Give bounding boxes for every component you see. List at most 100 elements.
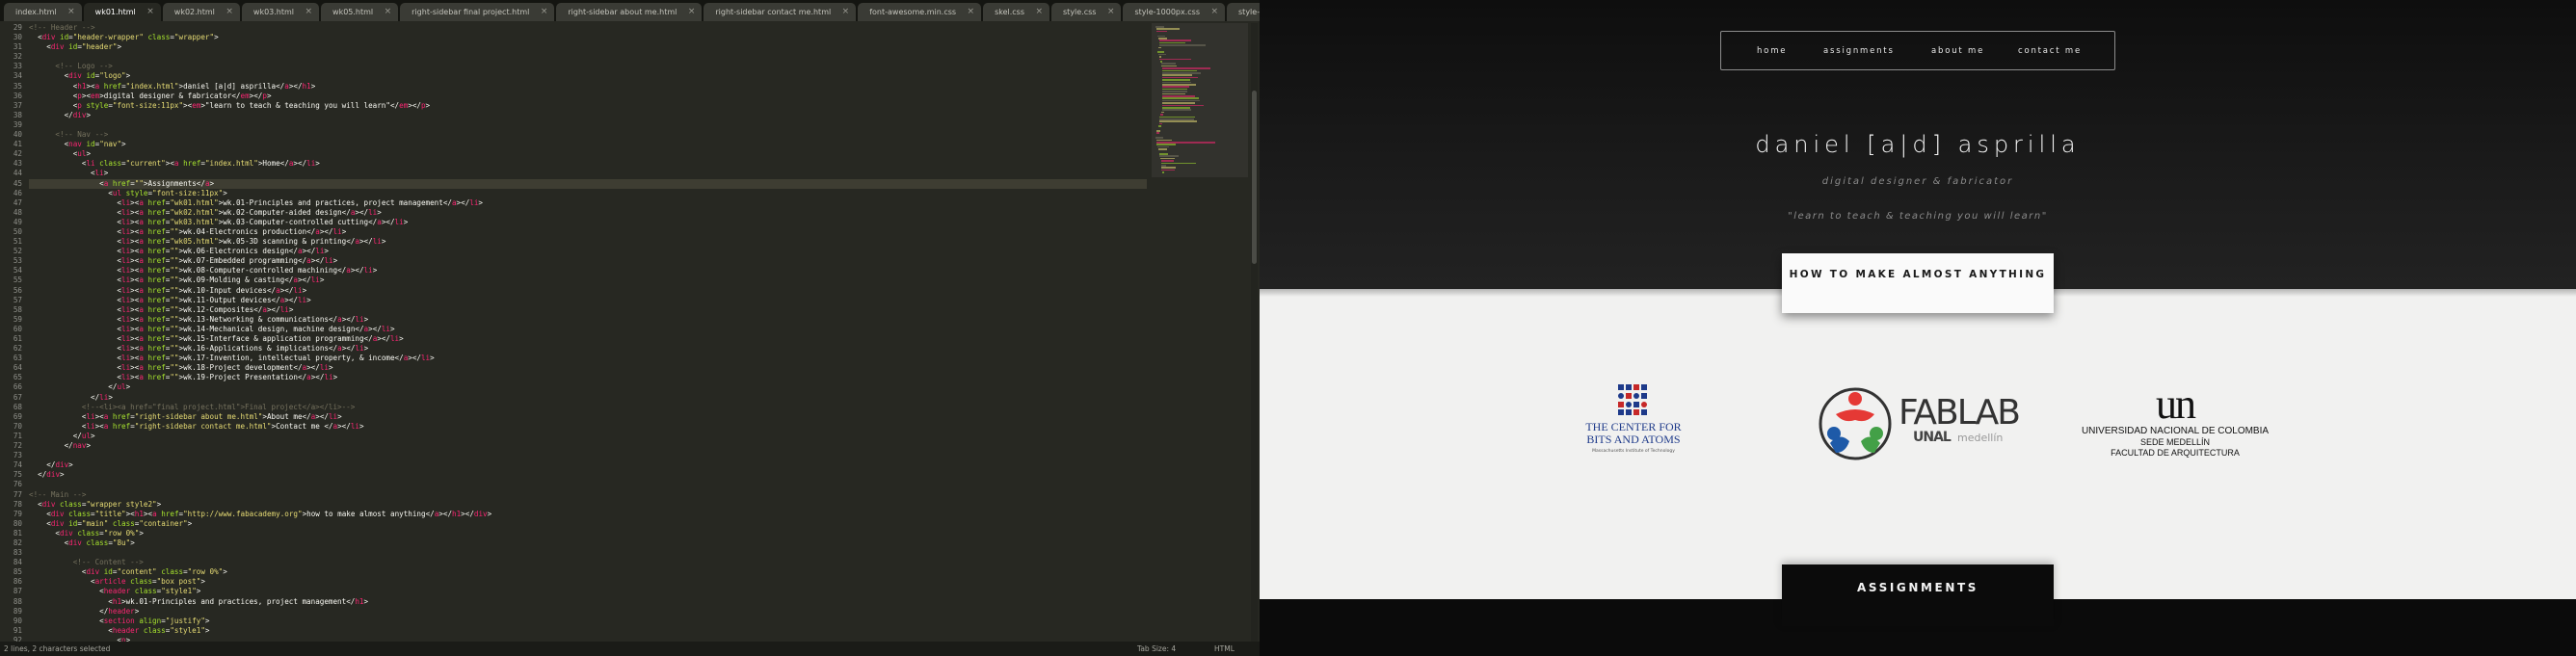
code-line[interactable]: <li><a href="">wk.12-Composites</a></li> [29,305,1147,315]
code-line[interactable]: </div> [29,470,1147,480]
code-line[interactable]: <div id="header-wrapper" class="wrapper"… [29,33,1147,42]
nav-contact-me[interactable]: contact me [2018,32,2082,71]
editor-tab[interactable]: right-sidebar contact me.html × [704,3,857,21]
code-line[interactable]: </nav> [29,441,1147,451]
site-title[interactable]: daniel [a|d] asprilla [1260,131,2576,158]
code-line[interactable]: <!-- Content --> [29,558,1147,567]
code-line[interactable]: <li><a href="">wk.06-Electronics design<… [29,247,1147,256]
code-line[interactable]: <li> [29,169,1147,178]
code-line[interactable]: <nav id="nav"> [29,140,1147,149]
code-line[interactable]: <li><a href="">wk.15-Interface & applica… [29,334,1147,344]
code-line[interactable]: <li><a href="">wk.04-Electronics product… [29,227,1147,237]
code-line[interactable]: <!-- Header --> [29,23,1147,33]
code-line[interactable]: <li><a href="">wk.18-Project development… [29,363,1147,373]
code-line[interactable]: <!-- Nav --> [29,130,1147,140]
code-line[interactable]: <div class="8u"> [29,538,1147,548]
code-line[interactable]: <div id="logo"> [29,71,1147,81]
tab-close-icon[interactable]: × [1035,3,1043,21]
code-line[interactable]: <li><a href="">wk.17-Invention, intellec… [29,354,1147,363]
tab-close-icon[interactable]: × [67,3,75,21]
code-line[interactable]: <li><a href="wk05.html">wk.05-3D scannin… [29,237,1147,247]
code-line[interactable]: </ul> [29,432,1147,441]
fablab-logo[interactable]: FABLAB UNAL medellín [1817,385,2021,462]
editor-tab[interactable]: index.html × [4,3,82,21]
editor-scrollbar-thumb[interactable] [1252,91,1257,264]
section-banner-text[interactable]: HOW TO MAKE ALMOST ANYTHING [1782,253,2054,296]
minimap[interactable] [1152,23,1248,312]
code-line[interactable]: <!--<li><a href="final project.html">Fin… [29,403,1147,412]
editor-tab[interactable]: style.css × [1051,3,1122,21]
code-line[interactable]: <li><a href="">wk.09-Molding & casting</… [29,276,1147,285]
tab-close-icon[interactable]: × [1210,3,1218,21]
code-line[interactable]: <div id="content" class="row 0%"> [29,567,1147,577]
code-line[interactable]: <section align="justify"> [29,617,1147,626]
code-line[interactable] [29,52,1147,62]
editor-scrollbar[interactable] [1251,23,1258,642]
code-line[interactable]: <div class="title"><h1><a href="http://w… [29,510,1147,519]
code-text-area[interactable]: <!-- Header --> <div id="header-wrapper"… [29,23,1147,642]
editor-tab[interactable]: right-sidebar about me.html × [556,3,703,21]
code-line[interactable]: <div id="header"> [29,42,1147,52]
code-line[interactable]: <!-- Logo --> [29,62,1147,71]
tab-close-icon[interactable]: × [146,3,154,21]
tab-close-icon[interactable]: × [968,3,975,21]
code-line[interactable]: <li><a href="">wk.08-Computer-controlled… [29,266,1147,276]
code-line[interactable]: </header> [29,607,1147,617]
tab-close-icon[interactable]: × [226,3,233,21]
editor-tab[interactable]: right-sidebar final project.html × [400,3,555,21]
code-line[interactable]: <li><a href="">wk.13-Networking & commun… [29,315,1147,325]
code-line[interactable]: <header class="style1"> [29,587,1147,596]
code-line[interactable]: <div class="row 0%"> [29,529,1147,538]
editor-tab[interactable]: wk02.html × [162,3,240,21]
editor-tab[interactable]: skel.css × [983,3,1050,21]
editor-tab[interactable]: wk05.html × [321,3,399,21]
code-line[interactable]: <li><a href="">wk.07-Embedded programmin… [29,256,1147,266]
code-line[interactable]: <h1>wk.01-Principles and practices, proj… [29,597,1147,607]
code-line[interactable]: </ul> [29,382,1147,392]
code-line[interactable]: <li class="current"><a href="index.html"… [29,159,1147,169]
code-line[interactable] [29,548,1147,558]
code-line[interactable]: <p style="font-size:11px"><em>"learn to … [29,101,1147,111]
code-line[interactable]: <header class="style1"> [29,626,1147,636]
tab-close-icon[interactable]: × [688,3,696,21]
code-line[interactable]: <li><a href="right-sidebar about me.html… [29,412,1147,422]
code-line[interactable]: <article class="box post"> [29,577,1147,587]
unal-logo[interactable]: un UNIVERSIDAD NACIONAL DE COLOMBIA SEDE… [2074,380,2276,462]
tab-close-icon[interactable]: × [385,3,392,21]
editor-tab[interactable]: style-desktop.css× [1227,3,1260,21]
nav-about-me[interactable]: about me [1931,32,1984,71]
status-tab-size[interactable]: Tab Size: 4 [1137,642,1176,656]
code-line[interactable]: <li><a href="wk01.html">wk.01-Principles… [29,198,1147,208]
tab-close-icon[interactable]: × [541,3,548,21]
status-syntax[interactable]: HTML [1214,642,1235,656]
code-line[interactable]: <li><a href="wk03.html">wk.03-Computer-c… [29,218,1147,227]
nav-assignments[interactable]: assignments [1823,32,1895,71]
editor-tab[interactable]: font-awesome.min.css × [858,3,982,21]
code-line[interactable]: </div> [29,111,1147,120]
code-line[interactable]: <li><a href="right-sidebar contact me.ht… [29,422,1147,432]
code-line[interactable]: <li><a href="">wk.14-Mechanical design, … [29,325,1147,334]
code-line[interactable] [29,451,1147,460]
code-line[interactable]: </li> [29,393,1147,403]
editor-tab[interactable]: wk03.html × [241,3,320,21]
editor-tab[interactable]: style-1000px.css × [1123,3,1226,21]
tab-close-icon[interactable]: × [305,3,312,21]
code-line[interactable]: <a href="">Assignments</a> [29,178,1147,189]
code-line[interactable] [29,120,1147,130]
nav-home[interactable]: home [1757,32,1787,71]
tab-close-icon[interactable]: × [842,3,850,21]
code-line[interactable]: <ul style="font-size:11px"> [29,189,1147,198]
code-line[interactable]: <!-- Main --> [29,490,1147,500]
code-line[interactable]: <ul> [29,149,1147,159]
code-line[interactable]: <li><a href="">wk.16-Applications & impl… [29,344,1147,354]
code-line[interactable]: <h1><a href="index.html">daniel [a|d] as… [29,82,1147,92]
code-line[interactable]: <li><a href="wk02.html">wk.02-Computer-a… [29,208,1147,218]
cba-logo[interactable]: THE CENTER FOR BITS AND ATOMS Massachuse… [1571,383,1696,460]
code-line[interactable] [29,480,1147,489]
code-line[interactable]: <div id="main" class="container"> [29,519,1147,529]
code-line[interactable]: <div class="wrapper style2"> [29,500,1147,510]
code-line[interactable]: <li><a href="">wk.19-Project Presentatio… [29,373,1147,382]
code-line[interactable]: </div> [29,460,1147,470]
code-line[interactable]: <li><a href="">wk.10-Input devices</a></… [29,286,1147,296]
editor-tab[interactable]: wk01.html × [83,3,161,21]
